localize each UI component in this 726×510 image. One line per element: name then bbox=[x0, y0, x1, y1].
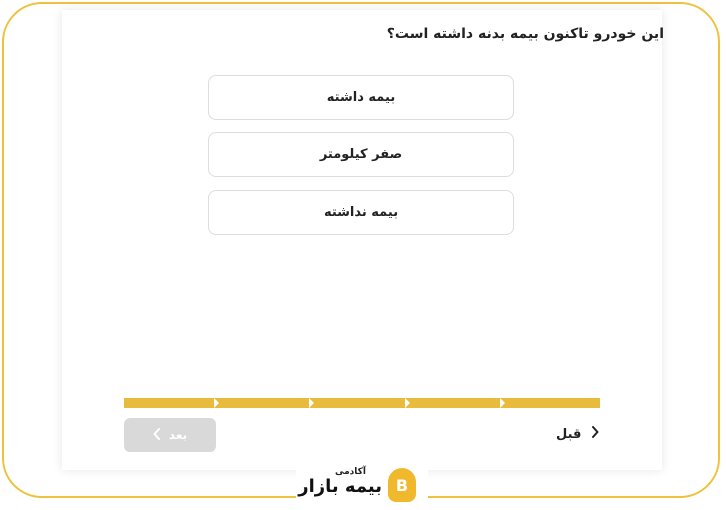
progress-step bbox=[309, 398, 410, 408]
option-label: بیمه نداشته bbox=[323, 205, 399, 220]
prev-button[interactable]: قبل bbox=[556, 424, 599, 444]
option-had-insurance[interactable]: بیمه داشته bbox=[208, 75, 514, 120]
option-zero-km[interactable]: صفر کیلومتر bbox=[208, 132, 514, 177]
question-title: این خودرو تاکنون بیمه بدنه داشته است؟ bbox=[386, 26, 664, 42]
progress-step bbox=[124, 398, 220, 408]
option-label: صفر کیلومتر bbox=[319, 147, 403, 162]
option-label: بیمه داشته bbox=[326, 90, 396, 105]
logo-mark-icon: B bbox=[388, 468, 416, 502]
brand-logo: آکادمی بیمه بازار B bbox=[296, 462, 428, 510]
progress-bar bbox=[124, 398, 601, 408]
prev-label: قبل bbox=[556, 426, 582, 442]
progress-step bbox=[499, 398, 601, 408]
next-label: بعد bbox=[168, 428, 188, 442]
progress-step bbox=[404, 398, 505, 408]
progress-step bbox=[214, 398, 315, 408]
chevron-right-icon bbox=[591, 426, 599, 442]
next-button[interactable]: بعد bbox=[124, 418, 216, 452]
chevron-left-icon bbox=[153, 427, 161, 443]
option-no-insurance[interactable]: بیمه نداشته bbox=[208, 190, 514, 235]
logo-title: بیمه بازار bbox=[298, 476, 382, 497]
